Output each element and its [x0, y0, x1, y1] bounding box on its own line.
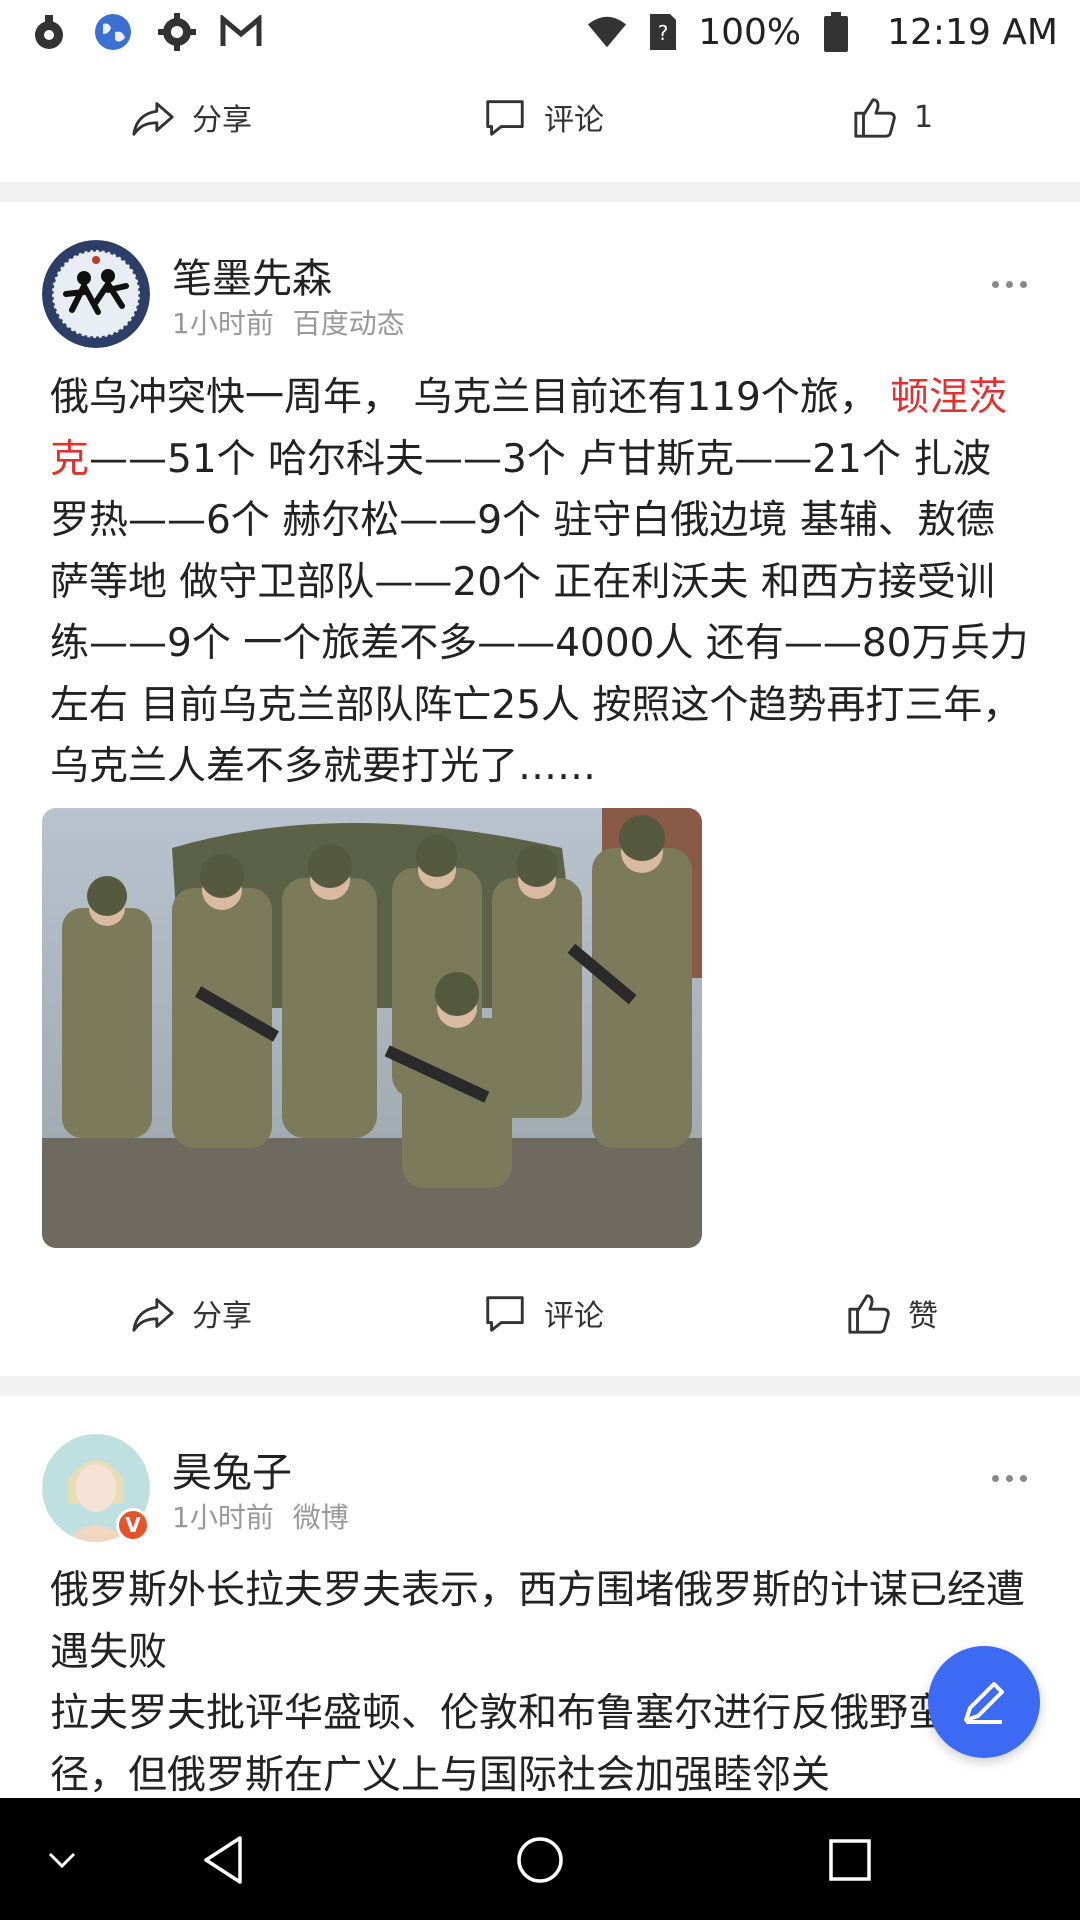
- like-count: 1: [914, 99, 934, 135]
- post-actions: 分享 评论 赞: [0, 1268, 1080, 1358]
- home-circle-icon: [517, 1837, 563, 1883]
- comment-icon: [486, 100, 524, 136]
- recents-button[interactable]: [818, 1828, 882, 1892]
- post-meta: 1小时前 百度动态: [172, 302, 405, 342]
- post-text-before: 俄乌冲突快一周年， 乌克兰目前还有119个旅，: [50, 375, 891, 420]
- sim-unknown-icon: ?: [642, 11, 684, 53]
- avatar[interactable]: [42, 240, 150, 348]
- post-meta: 1小时前 微博: [172, 1496, 349, 1536]
- back-triangle-icon: [204, 1836, 242, 1884]
- comment-label: 评论: [544, 1299, 604, 1334]
- like-button[interactable]: 赞: [846, 1290, 938, 1336]
- thumbs-up-icon: [848, 1294, 890, 1334]
- collapse-button[interactable]: [30, 1828, 94, 1892]
- status-bar: ? 100% 12:19 AM: [0, 0, 1080, 64]
- chevron-down-icon: [48, 1852, 76, 1869]
- thumbs-up-icon: [854, 98, 896, 138]
- share-icon: [132, 102, 174, 136]
- like-button[interactable]: 1: [852, 94, 933, 140]
- post-text-line: 俄罗斯外长拉夫罗夫表示，西方围堵俄罗斯的计谋已经遭遇失败: [50, 1568, 1026, 1675]
- author-name[interactable]: 昊兔子: [172, 1440, 292, 1498]
- post-separator: [0, 1376, 1080, 1396]
- svg-text:?: ?: [658, 21, 669, 45]
- author-name[interactable]: 笔墨先森: [172, 246, 332, 304]
- post-separator: [0, 182, 1080, 202]
- post-source: 百度动态: [292, 307, 405, 340]
- camera-dot-icon: [28, 11, 70, 53]
- like-label: 赞: [908, 1299, 938, 1334]
- globe-icon: [92, 11, 134, 53]
- post-header: V 昊兔子 1小时前 微博: [42, 1434, 1042, 1544]
- home-button[interactable]: [508, 1828, 572, 1892]
- share-label: 分享: [192, 103, 252, 138]
- comment-button[interactable]: 评论: [482, 94, 604, 140]
- post-body[interactable]: 俄罗斯外长拉夫罗夫表示，西方围堵俄罗斯的计谋已经遭遇失败 拉夫罗夫批评华盛顿、伦…: [50, 1560, 1030, 1798]
- more-options-button[interactable]: [992, 274, 1042, 294]
- more-options-button[interactable]: [992, 1468, 1042, 1488]
- gmail-icon: [220, 11, 262, 53]
- post-time: 1小时前: [172, 307, 274, 340]
- post-text-line: 拉夫罗夫批评华盛顿、伦敦和布鲁塞尔进行反俄野蛮行径，但俄罗斯在广义上与国际社会加…: [50, 1691, 987, 1798]
- post-image[interactable]: [42, 808, 702, 1248]
- share-icon: [132, 1298, 174, 1332]
- share-label: 分享: [192, 1299, 252, 1334]
- post-body[interactable]: 俄乌冲突快一周年， 乌克兰目前还有119个旅， 顿涅茨克——51个 哈尔科夫——…: [50, 367, 1030, 798]
- battery-percent: 100%: [698, 11, 802, 53]
- verified-badge: V: [116, 1508, 150, 1542]
- post-text-after: ——51个 哈尔科夫——3个 卢甘斯克——21个 扎波罗热——6个 赫尔松——9…: [50, 436, 1029, 790]
- share-button[interactable]: 分享: [130, 1290, 252, 1336]
- navigation-bar: [0, 1798, 1080, 1920]
- comment-button[interactable]: 评论: [482, 1290, 604, 1336]
- battery-icon: [815, 11, 857, 53]
- previous-post-actions: 分享 评论 1: [0, 72, 1080, 162]
- recents-square-icon: [829, 1839, 871, 1881]
- compose-button[interactable]: [928, 1646, 1040, 1758]
- gear-icon: [156, 11, 198, 53]
- share-button[interactable]: 分享: [130, 94, 252, 140]
- avatar[interactable]: V: [42, 1434, 150, 1542]
- post-time: 1小时前: [172, 1501, 274, 1534]
- post-source: 微博: [292, 1501, 349, 1534]
- back-button[interactable]: [192, 1828, 256, 1892]
- comment-icon: [486, 1296, 524, 1332]
- pencil-icon: [964, 1682, 1004, 1724]
- comment-label: 评论: [544, 103, 604, 138]
- wifi-icon: [586, 11, 628, 53]
- post-header: 笔墨先森 1小时前 百度动态: [42, 240, 1042, 350]
- clock: 12:19 AM: [887, 11, 1058, 53]
